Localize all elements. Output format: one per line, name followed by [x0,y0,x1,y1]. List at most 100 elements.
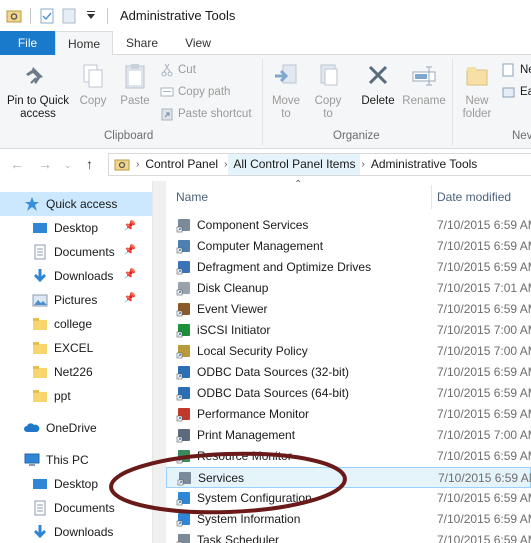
breadcrumb-all-items[interactable]: All Control Panel Items [228,154,361,175]
nav-item-documents[interactable]: Documents 📌 [0,240,152,264]
file-name: ODBC Data Sources (64-bit) [197,386,350,400]
delete-x-icon [368,65,388,85]
breadcrumb-control-panel[interactable]: Control Panel [140,154,223,175]
documents-icon [34,244,46,260]
file-row[interactable]: System Information 7/10/2015 6:59 AM [166,509,531,530]
move-to-button[interactable]: Move to [268,61,304,121]
downloads-icon [33,269,47,283]
column-header-name[interactable]: Name [176,181,208,211]
rename-icon [412,66,436,86]
new-folder-button[interactable]: New folder [458,61,496,121]
copy-icon [83,64,103,88]
shortcut-icon [176,408,190,422]
cut-button[interactable]: Cut [160,61,196,79]
file-date-modified: 7/10/2015 6:59 AM [437,218,531,232]
downloads-icon [33,525,47,539]
tab-view[interactable]: View [172,31,224,55]
file-row[interactable]: Local Security Policy 7/10/2015 7:00 AM [166,341,531,362]
folder-icon [33,366,47,378]
properties-icon[interactable] [39,8,55,24]
paste-shortcut-button[interactable]: Paste shortcut [160,105,252,123]
tab-file[interactable]: File [0,31,55,55]
scissors-icon [161,63,173,77]
easy-access-button[interactable]: Ea [502,83,531,101]
file-row[interactable]: Task Scheduler 7/10/2015 6:59 AM [166,530,531,543]
nav-item-ppt[interactable]: ppt [0,384,152,408]
copy-button[interactable]: Copy [76,61,110,108]
file-date-modified: 7/10/2015 6:59 AM [437,365,531,379]
file-date-modified: 7/10/2015 6:59 AM [437,512,531,526]
recent-dropdown-icon[interactable]: ⌄ [64,160,72,171]
file-name: Disk Cleanup [197,281,269,295]
nav-item-net226[interactable]: Net226 [0,360,152,384]
cut-label: Cut [178,64,196,76]
window-icon[interactable] [6,8,22,24]
shortcut-icon [176,492,190,506]
file-date-modified: 7/10/2015 6:59 AM [438,471,531,485]
nav-pc-documents[interactable]: Documents [0,496,152,520]
nav-item-label: Pictures [54,293,98,307]
file-row[interactable]: Computer Management 7/10/2015 6:59 AM [166,236,531,257]
file-name: iSCSI Initiator [197,323,271,337]
tab-share[interactable]: Share [116,31,168,55]
new-item-label: Ne [520,64,531,76]
column-header-date[interactable]: Date modified [437,181,511,211]
nav-this-pc[interactable]: This PC [0,448,152,472]
file-row[interactable]: Component Services 7/10/2015 6:59 AM [166,215,531,236]
shortcut-icon [176,387,190,401]
file-date-modified: 7/10/2015 6:59 AM [437,386,531,400]
address-bar[interactable]: › Control Panel › All Control Panel Item… [108,153,531,176]
copy-path-button[interactable]: Copy path [160,83,230,101]
tab-home[interactable]: Home [55,31,113,56]
file-row[interactable]: Performance Monitor 7/10/2015 6:59 AM [166,404,531,425]
nav-item-pictures[interactable]: Pictures 📌 [0,288,152,312]
rename-button[interactable]: Rename [402,61,446,108]
nav-pc-downloads[interactable]: Downloads [0,520,152,543]
nav-item-downloads[interactable]: Downloads 📌 [0,264,152,288]
new-folder-label-line1: New [465,95,489,107]
nav-quick-access[interactable]: Quick access [0,192,152,216]
file-row[interactable]: Print Management 7/10/2015 7:00 AM [166,425,531,446]
sort-ascending-icon: ⌃ [294,179,303,190]
nav-item-excel[interactable]: EXCEL [0,336,152,360]
new-folder-icon[interactable] [61,8,77,24]
up-arrow-icon[interactable]: ↑ [86,156,93,172]
new-folder-icon [466,67,488,86]
back-arrow-icon[interactable]: ← [10,156,24,172]
nav-item-desktop[interactable]: Desktop 📌 [0,216,152,240]
file-row[interactable]: ODBC Data Sources (64-bit) 7/10/2015 6:59… [166,383,531,404]
nav-item-college[interactable]: college [0,312,152,336]
file-date-modified: 7/10/2015 6:59 AM [437,407,531,421]
shortcut-icon [177,472,191,486]
quick-access-toolbar [0,7,110,24]
group-divider [262,59,263,145]
nav-pc-desktop[interactable]: Desktop [0,472,152,496]
file-row[interactable]: Defragment and Optimize Drives 7/10/2015 … [166,257,531,278]
breadcrumb-administrative-tools[interactable]: Administrative Tools [366,154,483,175]
chevron-down-icon[interactable] [83,8,99,24]
forward-arrow-icon[interactable]: → [38,156,52,172]
move-to-label-line2: to [281,108,291,120]
file-row[interactable]: Services 7/10/2015 6:59 AM [166,467,531,488]
copy-path-label: Copy path [178,86,231,98]
column-divider[interactable] [431,185,432,209]
copy-to-button[interactable]: Copy to [310,61,346,121]
cloud-icon [24,423,40,432]
paste-button[interactable]: Paste [116,61,154,108]
pin-to-quick-access-button[interactable]: Pin to Quick access [4,61,72,121]
new-item-button[interactable]: Ne [502,61,531,79]
file-row[interactable]: iSCSI Initiator 7/10/2015 7:00 AM [166,320,531,341]
pin-icon: 📌 [123,269,136,280]
file-row[interactable]: System Configuration 7/10/2015 6:59 AM [166,488,531,509]
file-row[interactable]: Event Viewer 7/10/2015 6:59 AM [166,299,531,320]
pin-icon: 📌 [123,221,136,232]
file-name: Defragment and Optimize Drives [197,260,372,274]
file-row[interactable]: ODBC Data Sources (32-bit) 7/10/2015 6:59… [166,362,531,383]
navigation-scrollbar[interactable] [152,181,166,543]
easy-access-icon [502,87,515,98]
delete-button[interactable]: Delete [358,61,398,108]
nav-onedrive[interactable]: OneDrive [0,416,152,440]
file-row[interactable]: Disk Cleanup 7/10/2015 7:01 AM [166,278,531,299]
file-row[interactable]: Resource Monitor 7/10/2015 6:59 AM [166,446,531,467]
folder-icon [33,318,47,330]
